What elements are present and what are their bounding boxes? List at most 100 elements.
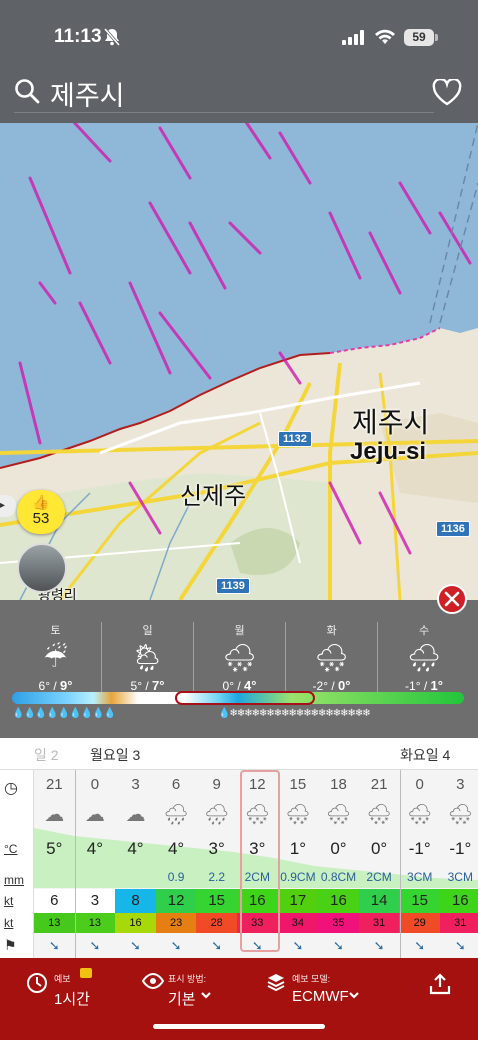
temperature-cell: -1° [408, 839, 431, 858]
wind-direction-arrow-icon: ➘ [130, 938, 141, 953]
forecast-small-label: 예보 [54, 974, 71, 984]
day-temps: 6° / 9° [38, 678, 73, 693]
share-button[interactable] [428, 970, 454, 1010]
premium-crown-icon [80, 968, 92, 978]
likes-badge[interactable]: 👍 53 [17, 490, 65, 534]
temperature-cell: 5° [46, 839, 63, 858]
wind-direction-arrow-icon: ➘ [292, 938, 304, 953]
precipitation-cell: 2.2 [208, 870, 226, 884]
day-high: 0° [338, 678, 351, 693]
eye-icon [141, 972, 165, 995]
wind-direction-arrow-icon: ➘ [373, 938, 385, 953]
cellular-signal-icon [342, 30, 366, 50]
wind-gust-cell: 34 [277, 913, 319, 933]
search-underline [14, 112, 434, 113]
day-label-tuesday: 화요일 4 [400, 747, 451, 763]
favorite-heart-icon[interactable] [432, 77, 462, 111]
display-small-label: 표시 방법: [168, 974, 207, 984]
day-forecast-column[interactable]: 월 🌨 0° / 4° [194, 622, 286, 693]
weather-cloud-icon: 🌨 [325, 804, 352, 826]
snowflake-icons: 💧❄❄❄❄❄❄❄❄❄❄❄❄❄❄❄❄❄❄❄ [218, 708, 371, 719]
road-number-sign: 1139 [216, 578, 250, 594]
search-input[interactable]: 제주시 [50, 74, 125, 113]
model-small-label: 예보 모델: [292, 974, 331, 984]
day-forecast-column[interactable]: 토 ☔ 6° / 9° [10, 622, 102, 693]
weather-cloud-icon: 🌨 [447, 804, 473, 826]
forecast-value: 1시간 [54, 991, 90, 1008]
weather-cloud-icon: ☁ [44, 804, 65, 826]
day-temps: -1° / 1° [405, 678, 443, 693]
hour-cell: 3 [131, 776, 140, 793]
wind-gust-cell: 23 [155, 913, 197, 933]
wind-direction-arrow-icon: ➘ [211, 938, 223, 953]
clock-icon: ◷ [4, 780, 18, 797]
wind-gust-cell: 13 [74, 913, 116, 933]
day-high: 7° [152, 678, 165, 693]
status-time: 11:13 [54, 26, 102, 47]
forecast-interval-button[interactable]: 예보 1시간 [26, 968, 126, 1010]
hourly-forecast-table[interactable]: 일 2 월요일 3 화요일 4 ◷ °C mm kt kt ⚑ 21 0 3 6 9 12… [0, 738, 478, 958]
temperature-cell: 1° [289, 839, 307, 858]
wind-direction-arrow-icon: ➘ [48, 938, 60, 953]
day-divider [400, 770, 401, 958]
status-bar: 11:13 59 [0, 26, 478, 54]
day-name: 화 [326, 625, 337, 637]
gust-unit-label[interactable]: kt [4, 916, 13, 930]
weather-cloud-icon: ☁ [125, 804, 146, 826]
road-number-sign: 1132 [278, 431, 312, 447]
temp-unit-label[interactable]: °C [4, 842, 17, 856]
share-icon [428, 972, 452, 1001]
row-labels: ◷ °C mm kt kt ⚑ [0, 770, 34, 958]
day-name: 월 [234, 625, 245, 637]
map-view[interactable]: 제주시 Jeju-si 신제주 광령리 1132 1136 1139 ▸ 👍 5… [0, 123, 478, 600]
wind-direction-arrow-icon: ➘ [170, 938, 182, 953]
road-number-sign: 1136 [436, 521, 470, 537]
day-low: 6° [38, 679, 51, 693]
day-low: 5° [130, 679, 143, 693]
wind-gust-cell: 13 [34, 913, 75, 933]
hour-cell: 9 [212, 776, 221, 793]
search-bar[interactable]: 제주시 [14, 74, 464, 113]
map-label-sinjeju: 신제주 [180, 483, 247, 510]
wind-speed-cell: 3 [74, 889, 116, 913]
day-label-monday: 월요일 3 [90, 747, 141, 763]
temperature-cell: -1° [449, 839, 472, 858]
selected-hour-highlight[interactable] [240, 770, 280, 952]
precip-unit-label[interactable]: mm [4, 873, 24, 887]
display-value: 기본 [168, 991, 196, 1008]
timeline-selection-handle[interactable] [175, 691, 315, 705]
temperature-cell: 4° [127, 839, 144, 858]
webcam-thumbnail[interactable] [17, 543, 67, 593]
hour-cell: 0 [90, 776, 100, 793]
temperature-cell: 4° [167, 839, 185, 858]
clock-icon [26, 972, 48, 999]
wind-speed-cell: 15 [196, 889, 237, 913]
wind-speed-cell: 14 [358, 889, 400, 913]
wind-gust-cell: 16 [115, 913, 156, 933]
chevron-down-icon [200, 988, 212, 1006]
weather-cloud-icon: 🌨 [406, 804, 433, 826]
wind-speed-cell: 17 [277, 889, 319, 913]
wind-speed-cell: 16 [318, 889, 359, 913]
day-high: 1° [430, 678, 443, 693]
precipitation-cell: 0.9 [167, 870, 185, 884]
precipitation-cell: 0.8CM [320, 870, 357, 884]
day-forecast-column[interactable]: 화 🌨 -2° / 0° [286, 622, 378, 693]
temperature-cell: 4° [86, 839, 104, 858]
sun-rain-cloud-icon: 🌧 [406, 643, 442, 673]
close-button[interactable] [437, 584, 467, 614]
forecast-model-button[interactable]: 예보 모델: ECMWF [266, 970, 376, 1010]
wind-gust-cell: 29 [399, 913, 440, 933]
wind-unit-label[interactable]: kt [4, 894, 13, 908]
daily-forecast-strip[interactable]: 토 ☔ 6° / 9° 일 🌦 5° / 7° 월 🌨 0° / 4° 화 🌨 … [10, 622, 470, 693]
close-icon [444, 591, 460, 607]
weather-cloud-icon: ☁ [84, 804, 105, 826]
search-icon[interactable] [14, 78, 40, 109]
wind-speed-cell: 16 [440, 889, 478, 913]
wind-direction-flag-icon: ⚑ [4, 937, 17, 953]
day-forecast-column[interactable]: 수 🌧 -1° / 1° [378, 622, 470, 693]
wind-gust-cell: 31 [358, 913, 400, 933]
day-forecast-column[interactable]: 일 🌦 5° / 7° [102, 622, 194, 693]
display-mode-button[interactable]: 표시 방법: 기본 [141, 970, 252, 1010]
day-name: 수 [418, 625, 430, 637]
